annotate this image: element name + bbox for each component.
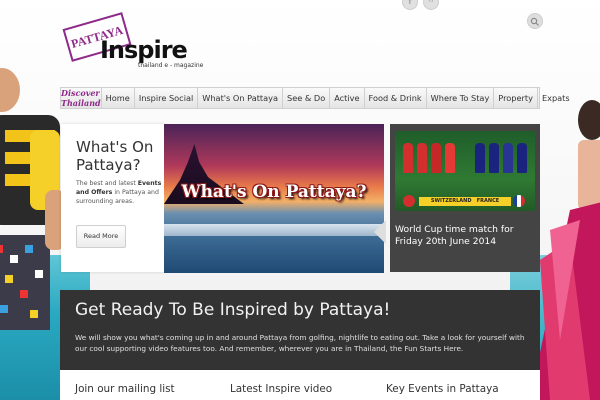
intro-heading: What's On Pattaya? — [76, 138, 154, 174]
more-icon[interactable]: ·· — [423, 0, 439, 10]
player-figure — [403, 143, 413, 173]
player-figure — [489, 143, 499, 173]
nav-item-property[interactable]: Property — [494, 88, 538, 108]
player-figure — [445, 143, 455, 173]
latest-video-heading: Latest Inspire video — [230, 383, 333, 395]
french-flag-icon — [513, 195, 525, 207]
nav-item-active[interactable]: Active — [330, 88, 365, 108]
team-right: FRANCE — [476, 198, 500, 204]
slider-next-arrow[interactable] — [374, 220, 386, 244]
hero-overlay-text: What's On Pattaya? — [181, 182, 367, 202]
player-figure — [475, 143, 485, 173]
team-left: SWITZERLAND — [430, 198, 472, 204]
nav-item-inspire-social[interactable]: Inspire Social — [135, 88, 199, 108]
panel-body: We will show you what's coming up in and… — [75, 333, 525, 353]
news-card[interactable]: SWITZERLAND FRANCE World Cup time match … — [390, 124, 540, 272]
hero-image-whats-on-pattaya[interactable]: What's On Pattaya? — [164, 124, 384, 273]
main-nav: Discover Thailand Home Inspire Social Wh… — [60, 87, 570, 109]
magnifier-icon — [530, 17, 539, 26]
page: f ·· PATTAYA Inspire thailand e - magazi… — [0, 0, 600, 400]
nav-item-whats-on[interactable]: What's On Pattaya — [198, 88, 284, 108]
intro-card: What's On Pattaya? The best and latest E… — [61, 124, 165, 272]
player-figure — [417, 143, 427, 173]
nav-item-see-do[interactable]: See & Do — [283, 88, 331, 108]
mailing-list-heading: Join our mailing list — [75, 383, 175, 395]
background-woman-dress-image — [530, 100, 600, 400]
logo-wordmark: Inspire — [100, 36, 188, 64]
nav-item-expats[interactable]: Expats — [538, 88, 574, 108]
site-logo[interactable]: PATTAYA Inspire thailand e - magazine — [62, 12, 204, 73]
intro-text-before: The best and latest — [76, 180, 138, 187]
hero-city-skyline — [164, 224, 384, 236]
match-banner: SWITZERLAND FRANCE — [419, 197, 511, 206]
facebook-icon[interactable]: f — [402, 0, 418, 10]
player-figure — [431, 143, 441, 173]
nav-item-where-to-stay[interactable]: Where To Stay — [427, 88, 495, 108]
bottom-columns: Join our mailing list Latest Inspire vid… — [60, 370, 540, 400]
player-figure — [503, 143, 513, 173]
read-more-button[interactable]: Read More — [76, 225, 126, 248]
intro-text: The best and latest Events and Offers in… — [76, 179, 162, 206]
nav-brand-discover-thailand[interactable]: Discover Thailand — [61, 88, 102, 108]
search-icon[interactable] — [527, 13, 543, 29]
panel-heading: Get Ready To Be Inspired by Pattaya! — [75, 300, 391, 320]
swiss-flag-icon — [403, 195, 415, 207]
nav-item-home[interactable]: Home — [102, 88, 135, 108]
news-title[interactable]: World Cup time match for Friday 20th Jun… — [395, 224, 538, 248]
news-image-world-cup: SWITZERLAND FRANCE — [395, 131, 535, 211]
logo-tagline: thailand e - magazine — [138, 62, 204, 69]
key-events-heading: Key Events in Pattaya — [386, 383, 499, 395]
player-figure — [517, 143, 527, 173]
intro-panel: Get Ready To Be Inspired by Pattaya! We … — [60, 290, 540, 370]
nav-item-food-drink[interactable]: Food & Drink — [365, 88, 427, 108]
